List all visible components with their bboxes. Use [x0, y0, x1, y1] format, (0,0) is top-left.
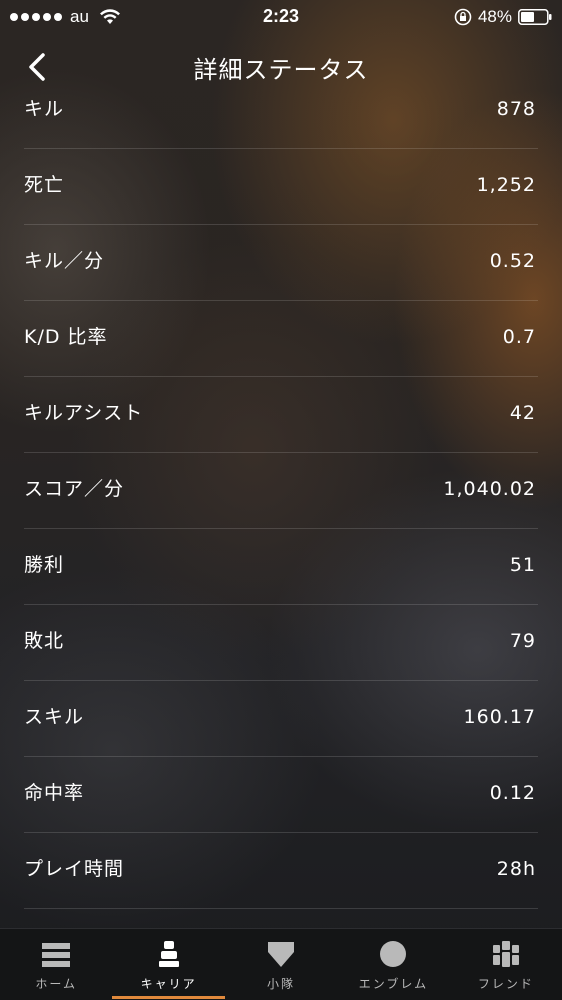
stat-label: キル／分	[24, 250, 105, 272]
home-icon	[42, 943, 71, 967]
tab-squad[interactable]: 小隊	[225, 929, 337, 1000]
stat-row-kills: キル 878	[24, 73, 538, 149]
stat-label: 敗北	[24, 630, 65, 652]
stat-value: 0.12	[489, 782, 536, 804]
stat-value: 1,040.02	[443, 478, 536, 500]
stat-row-kill-assists: キルアシスト 42	[24, 377, 538, 453]
stat-value: 1,252	[476, 174, 536, 196]
friends-icon	[492, 941, 519, 967]
stat-row-skill: スキル 160.17	[24, 681, 538, 757]
tab-friends[interactable]: フレンド	[450, 929, 562, 1000]
stat-label: キルアシスト	[24, 402, 144, 424]
active-tab-indicator	[112, 996, 225, 999]
stat-label: キル	[24, 98, 65, 120]
tab-emblem[interactable]: エンブレム	[337, 929, 449, 1000]
status-bar: au 2:23 48%	[0, 0, 562, 34]
stat-value: 878	[496, 98, 536, 120]
tab-home[interactable]: ホーム	[0, 929, 112, 1000]
stat-label: K/D 比率	[24, 326, 108, 348]
stat-value: 0.7	[502, 326, 536, 348]
stat-row-play-time: プレイ時間 28h	[24, 833, 538, 909]
tab-label: キャリア	[140, 977, 197, 991]
tab-bar: ホーム キャリア 小隊 エンブレム フレンド	[0, 928, 562, 1000]
stat-row-wins: 勝利 51	[24, 529, 538, 605]
stat-value: 79	[509, 630, 536, 652]
soldier-icon	[158, 941, 179, 967]
screen: au 2:23 48% 詳細ステータス キル 878 死亡 1,252 キル／分…	[0, 0, 562, 1000]
battery-icon	[518, 9, 552, 25]
shield-icon	[268, 942, 295, 967]
stat-label: 死亡	[24, 174, 65, 196]
tab-label: 小隊	[267, 977, 296, 991]
battery-percent: 48%	[477, 7, 512, 26]
stat-value: 28h	[496, 858, 536, 880]
stat-row-kills-per-minute: キル／分 0.52	[24, 225, 538, 301]
stat-value: 42	[509, 402, 536, 424]
stat-label: スキル	[24, 706, 85, 728]
status-right: 48%	[454, 7, 552, 27]
stat-value: 160.17	[463, 706, 536, 728]
stat-label: プレイ時間	[24, 858, 125, 880]
tab-career[interactable]: キャリア	[112, 929, 225, 1000]
stat-label: 命中率	[24, 782, 85, 804]
stat-row-deaths: 死亡 1,252	[24, 149, 538, 225]
stat-label: 勝利	[24, 554, 65, 576]
rotation-lock-icon	[454, 8, 472, 26]
tab-label: フレンド	[477, 977, 534, 991]
stats-list: キル 878 死亡 1,252 キル／分 0.52 K/D 比率 0.7 キルア…	[24, 73, 538, 909]
stat-value: 51	[509, 554, 536, 576]
stat-row-score-per-minute: スコア／分 1,040.02	[24, 453, 538, 529]
tab-label: ホーム	[35, 977, 78, 991]
tab-label: エンブレム	[358, 977, 429, 991]
stat-value: 0.52	[489, 250, 536, 272]
stat-row-kd-ratio: K/D 比率 0.7	[24, 301, 538, 377]
emblem-icon	[380, 941, 407, 967]
stat-row-losses: 敗北 79	[24, 605, 538, 681]
stat-label: スコア／分	[24, 478, 125, 500]
stat-row-accuracy: 命中率 0.12	[24, 757, 538, 833]
